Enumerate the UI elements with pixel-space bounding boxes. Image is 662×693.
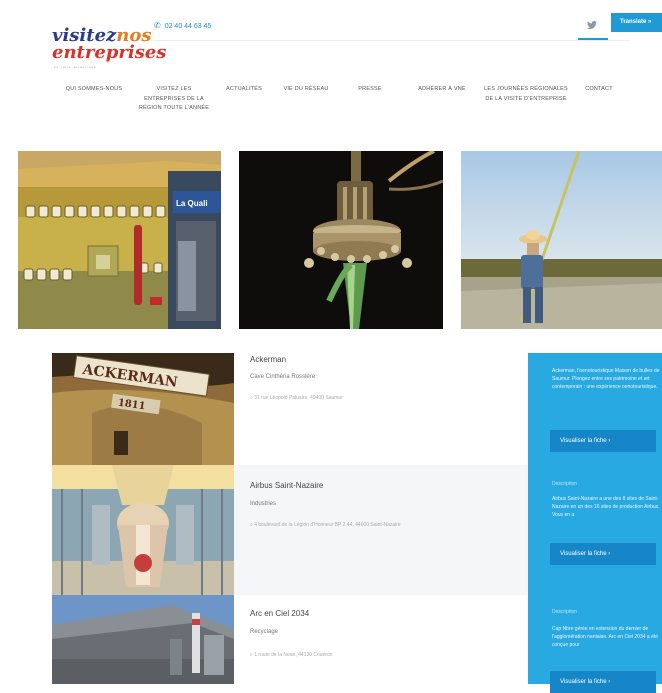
listing-description-lead: Description [552, 609, 578, 615]
hero-image-bottling-machine [239, 151, 443, 329]
logo-word-entreprises: entreprises [52, 42, 167, 63]
listing-address: ⌕ 31 rue Léopold Palustre, 49400 Saumur [250, 395, 343, 401]
phone-icon: ✆ [154, 21, 161, 30]
site-logo[interactable]: visiteznos entreprises en loire-atlantiq… [52, 26, 172, 70]
listing-thumbnail-arc-en-ciel[interactable] [52, 595, 234, 684]
logo-tagline: en loire-atlantique [54, 65, 97, 69]
listing-thumbnail-airbus[interactable] [52, 465, 234, 595]
listing-description: Cap Nbre gérée en extension du dernier d… [552, 626, 659, 648]
svg-text:La Quali: La Quali [176, 199, 208, 208]
listing-category: Recyclage [250, 629, 279, 635]
listing-description-panel: Description Cap Nbre gérée en extension … [528, 595, 662, 693]
nav-item-vie-du-reseau[interactable]: VIE DU RÉSEAU [276, 85, 336, 95]
listing-info: Ackerman Cave Cinthéria Rosslère ⌕ 31 ru… [234, 353, 528, 465]
nav-item-contact[interactable]: CONTACT [574, 85, 624, 95]
hero-image-salt-marsh-worker [461, 151, 662, 329]
listing-description: Ackerman, l'oenotouristique Maison de bu… [552, 368, 660, 390]
listing-address: ⌕ 1 route de la Noue, 44130 Couëron [250, 652, 333, 658]
listing-thumbnail-ackerman[interactable]: ACKERMAN 1811 [52, 353, 234, 465]
twitter-icon[interactable] [583, 18, 601, 32]
nav-item-journees-regionales[interactable]: LES JOURNÉES RÉGIONALES DE LA VISITE D'E… [484, 85, 568, 104]
nav-item-adherer-a-vne[interactable]: ADHÉRER À VNE [406, 85, 478, 95]
view-sheet-button[interactable]: Visualiser la fiche › [550, 543, 656, 565]
listing-category: Industries [250, 501, 277, 507]
view-sheet-button[interactable]: Visualiser la fiche › [550, 430, 656, 452]
translate-button[interactable]: Translate » [611, 13, 662, 32]
view-sheet-button[interactable]: Visualiser la fiche › [550, 671, 656, 693]
listing-address: ⌕ 4 boulevard de la Légion d'Honneur BP … [250, 522, 401, 528]
listing-description-panel: Ackerman, l'oenotouristique Maison de bu… [528, 353, 662, 465]
listing-category: Cave Cinthéria Rosslère [250, 374, 316, 380]
nav-item-actualites[interactable]: ACTUALITÉS [218, 85, 270, 95]
listing-info: Arc en Ciel 2034 Recyclage ⌕ 1 route de … [234, 595, 528, 684]
hero-image-airbus-fuselage: La Quali [18, 151, 221, 329]
listing-info: Airbus Saint-Nazaire Industries ⌕ 4 boul… [234, 465, 528, 595]
listing-row: ACKERMAN 1811 Ackerman Cave Cinthéria Ro… [52, 353, 662, 465]
listing-title[interactable]: Ackerman [250, 355, 286, 364]
twitter-underline [578, 38, 608, 40]
listing-description-panel: Description Airbus Saint-Nazaire a une d… [528, 465, 662, 595]
nav-item-visitez-les-entreprises[interactable]: VISITEZ LES ENTREPRISES DE LA RÉGION TOU… [138, 85, 210, 114]
phone-link[interactable]: ✆ 02 40 44 63 45 [154, 21, 211, 30]
phone-number: 02 40 44 63 45 [164, 23, 212, 30]
listing-description: Airbus Saint-Nazaire a une des 8 sites d… [552, 496, 660, 518]
listing-row: Airbus Saint-Nazaire Industries ⌕ 4 boul… [52, 465, 662, 595]
main-nav: QUI SOMMES-NOUS VISITEZ LES ENTREPRISES … [0, 85, 662, 135]
header-divider [150, 40, 630, 41]
listing-description-lead: Description [552, 481, 578, 487]
listing-title[interactable]: Airbus Saint-Nazaire [250, 481, 323, 490]
nav-item-presse[interactable]: PRESSE [346, 85, 394, 95]
listing-title[interactable]: Arc en Ciel 2034 [250, 609, 309, 618]
nav-item-qui-sommes-nous[interactable]: QUI SOMMES-NOUS [58, 85, 130, 95]
listing-row: Arc en Ciel 2034 Recyclage ⌕ 1 route de … [52, 595, 662, 693]
